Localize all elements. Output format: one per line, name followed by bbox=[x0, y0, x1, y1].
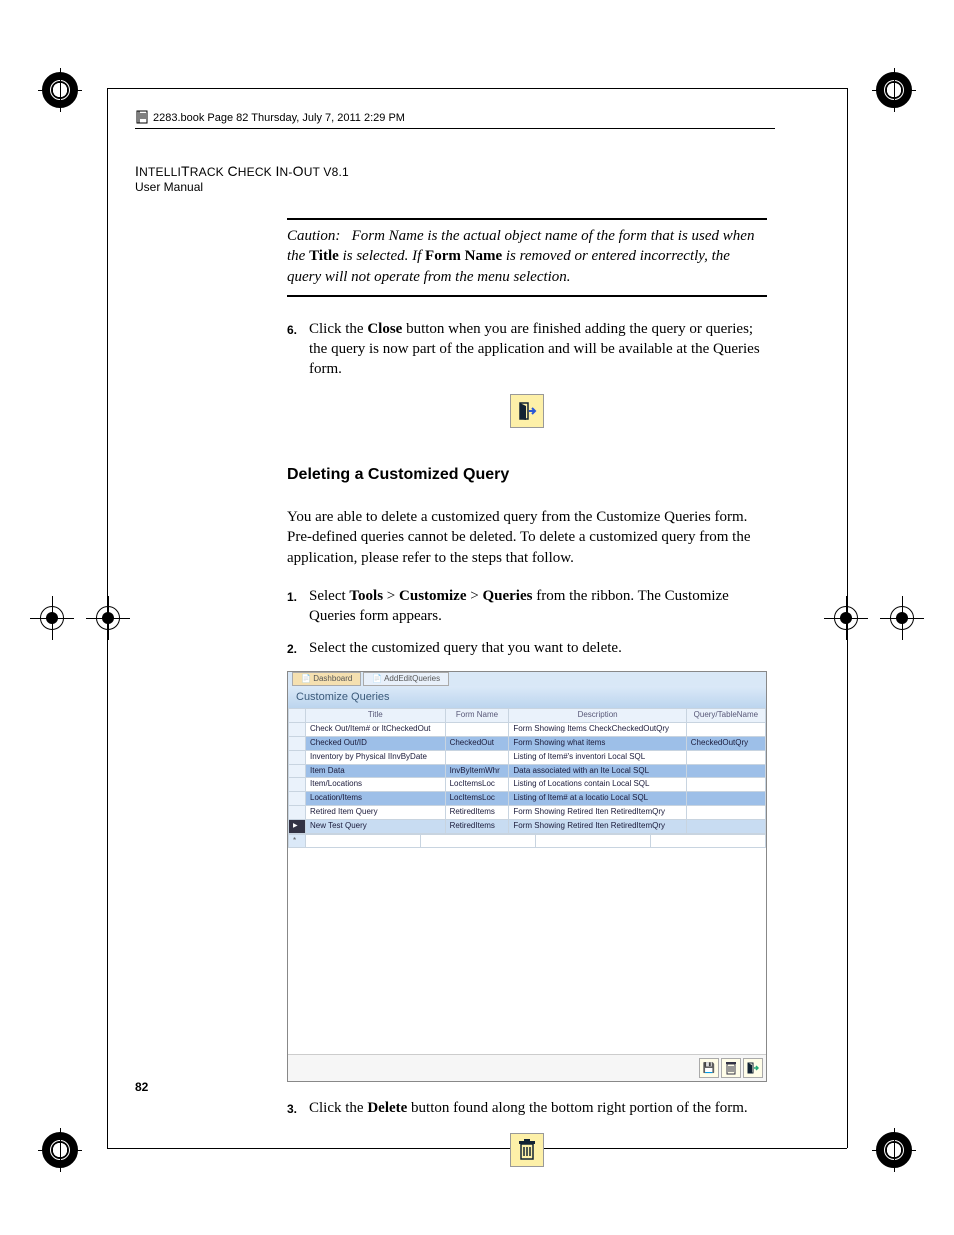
running-header-title: INTELLITRACK CHECK IN-OUT V8.1 bbox=[135, 163, 770, 179]
caution-label: Caution: bbox=[287, 228, 340, 244]
delete-icon-figure bbox=[287, 1133, 767, 1167]
tab-dashboard: 📄 Dashboard bbox=[292, 672, 361, 686]
step-number: 2. bbox=[287, 638, 309, 658]
step-1: 1. Select Tools > Customize > Queries fr… bbox=[287, 586, 767, 627]
col-query-table: Query/TableName bbox=[686, 709, 765, 723]
step-number: 3. bbox=[287, 1098, 309, 1118]
crop-top bbox=[107, 88, 847, 89]
side-registration-icon bbox=[880, 596, 924, 640]
save-icon: 💾 bbox=[699, 1058, 719, 1078]
col-form-name: Form Name bbox=[445, 709, 509, 723]
tab-addeditqueries: 📄 AddEditQueries bbox=[363, 672, 449, 686]
col-description: Description bbox=[509, 709, 686, 723]
close-icon-figure bbox=[287, 394, 767, 428]
step-text: Select Tools > Customize > Queries from … bbox=[309, 586, 767, 627]
step-text: Select the customized query that you wan… bbox=[309, 638, 767, 658]
registration-mark-icon bbox=[872, 1128, 916, 1172]
door-exit-icon bbox=[510, 394, 544, 428]
book-metadata-line: 2283.book Page 82 Thursday, July 7, 2011… bbox=[135, 110, 770, 124]
close-icon bbox=[743, 1058, 763, 1078]
step-number: 1. bbox=[287, 586, 309, 627]
blank-area bbox=[288, 848, 766, 1054]
form-title: Customize Queries bbox=[288, 686, 766, 709]
queries-table: Title Form Name Description Query/TableN… bbox=[288, 708, 766, 833]
trash-icon bbox=[510, 1133, 544, 1167]
page-number: 82 bbox=[135, 1080, 148, 1094]
registration-mark-icon bbox=[872, 68, 916, 112]
intro-paragraph: You are able to delete a customized quer… bbox=[287, 507, 767, 568]
registration-mark-icon bbox=[38, 68, 82, 112]
side-registration-icon bbox=[86, 596, 130, 640]
section-heading: Deleting a Customized Query bbox=[287, 464, 767, 486]
book-metadata-text: 2283.book Page 82 Thursday, July 7, 2011… bbox=[153, 112, 405, 124]
divider bbox=[135, 128, 775, 129]
side-registration-icon bbox=[824, 596, 868, 640]
step-2: 2. Select the customized query that you … bbox=[287, 638, 767, 658]
delete-icon bbox=[721, 1058, 741, 1078]
caution-box: Caution: Form Name is the actual object … bbox=[287, 218, 767, 297]
step-text: Click the Close button when you are fini… bbox=[309, 319, 767, 380]
step-3: 3. Click the Delete button found along t… bbox=[287, 1098, 767, 1118]
customize-queries-screenshot: 📄 Dashboard 📄 AddEditQueries Customize Q… bbox=[287, 671, 767, 1083]
tab-strip: 📄 Dashboard 📄 AddEditQueries bbox=[288, 672, 766, 686]
registration-mark-icon bbox=[38, 1128, 82, 1172]
side-registration-icon bbox=[30, 596, 74, 640]
step-number: 6. bbox=[287, 319, 309, 380]
col-title: Title bbox=[306, 709, 446, 723]
form-footer: 💾 bbox=[288, 1054, 766, 1081]
step-6: 6. Click the Close button when you are f… bbox=[287, 319, 767, 380]
step-text: Click the Delete button found along the … bbox=[309, 1098, 767, 1118]
running-header-sub: User Manual bbox=[135, 180, 770, 194]
